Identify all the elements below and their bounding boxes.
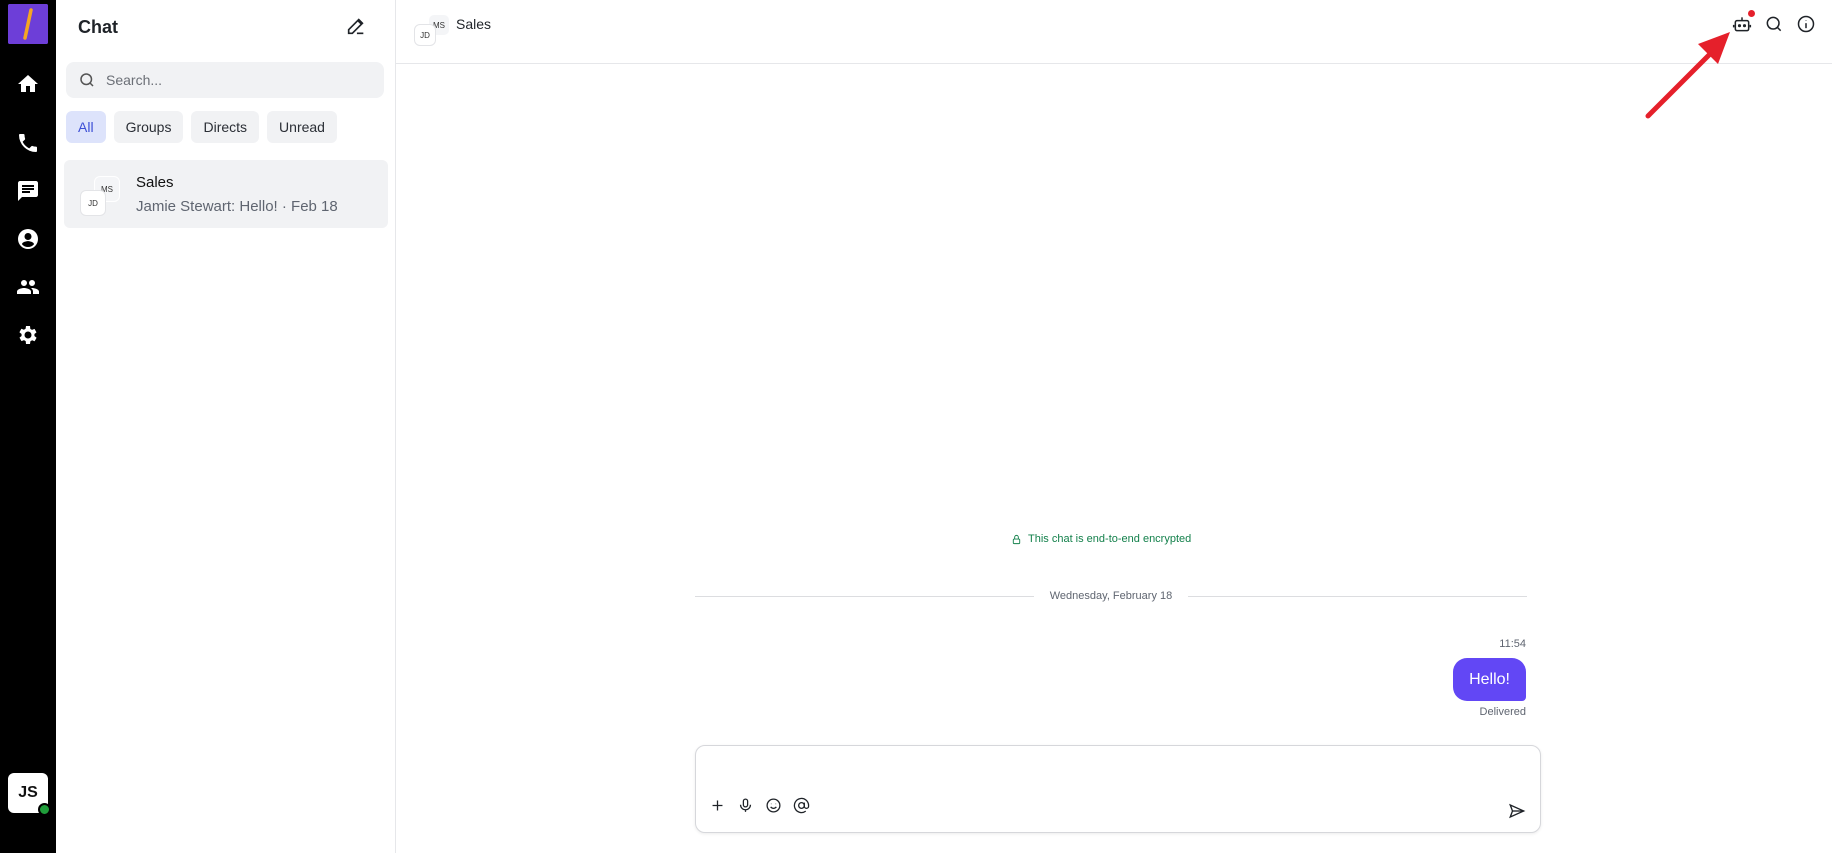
- bot-button[interactable]: [1730, 10, 1755, 36]
- user-initials: JS: [18, 784, 38, 801]
- message-bubble[interactable]: Hello!: [1453, 658, 1526, 701]
- edit-pencil-icon: [347, 18, 364, 35]
- emoji-icon: [765, 797, 781, 813]
- group-avatar: MS JD: [80, 176, 120, 220]
- conversation-name: Sales: [136, 174, 174, 191]
- app-logo[interactable]: [8, 4, 48, 44]
- message-input[interactable]: [710, 756, 1510, 786]
- send-button[interactable]: [1506, 800, 1528, 822]
- search-box[interactable]: [66, 62, 384, 98]
- lock-icon: [1012, 534, 1021, 544]
- info-icon: [1797, 15, 1815, 33]
- chat-info-button[interactable]: [1794, 12, 1818, 36]
- user-avatar[interactable]: JS: [8, 773, 51, 816]
- voice-button[interactable]: [734, 794, 756, 816]
- mention-icon: [793, 797, 809, 813]
- emoji-button[interactable]: [762, 794, 784, 816]
- gear-icon: [19, 326, 37, 344]
- chat-header: MS JD Sales: [396, 0, 1832, 64]
- nav-people-button[interactable]: [12, 271, 44, 303]
- home-icon: [18, 75, 38, 92]
- microphone-icon: [739, 797, 751, 812]
- chat-icon: [18, 181, 38, 201]
- send-icon: [1509, 803, 1526, 819]
- bot-icon: [1732, 17, 1752, 32]
- encryption-notice: This chat is end-to-end encrypted: [1011, 533, 1191, 545]
- app-rail: JS: [0, 0, 56, 853]
- attach-button[interactable]: [706, 794, 728, 816]
- search-chat-button[interactable]: [1762, 12, 1786, 36]
- sidebar-title: Chat: [78, 17, 118, 37]
- avatar-member: JD: [414, 24, 436, 46]
- nav-home-button[interactable]: [12, 68, 44, 100]
- filter-all[interactable]: All: [66, 111, 106, 143]
- avatar-member: JD: [80, 190, 106, 216]
- people-icon: [17, 280, 39, 294]
- chat-panel: MS JD Sales: [396, 0, 1832, 853]
- conversation-item[interactable]: MS JD Sales Jamie Stewart: Hello! · Feb …: [64, 160, 388, 228]
- presence-indicator: [38, 803, 51, 816]
- chat-header-avatar: MS JD: [414, 14, 450, 46]
- search-input[interactable]: [106, 72, 366, 88]
- notification-dot: [1748, 10, 1755, 17]
- phone-icon: [19, 134, 37, 152]
- search-icon: [1766, 16, 1782, 32]
- day-separator: Wednesday, February 18: [695, 588, 1527, 604]
- composer-tools: [706, 794, 812, 816]
- new-chat-button[interactable]: [344, 14, 368, 38]
- divider: [1188, 595, 1527, 597]
- message-status: Delivered: [1479, 706, 1526, 718]
- day-separator-label: Wednesday, February 18: [1049, 590, 1173, 602]
- nav-calls-button[interactable]: [12, 127, 44, 159]
- conversation-preview: Jamie Stewart: Hello! · Feb 18: [136, 198, 338, 215]
- search-icon: [80, 73, 94, 87]
- account-icon: [18, 229, 38, 249]
- message-composer: [695, 745, 1541, 833]
- filter-tabs: All Groups Directs Unread: [66, 111, 337, 143]
- filter-directs[interactable]: Directs: [191, 111, 260, 143]
- divider: [695, 595, 1034, 597]
- message-time: 11:54: [1499, 638, 1526, 650]
- mention-button[interactable]: [790, 794, 812, 816]
- chat-sidebar: Chat All Groups Directs Unread MS JD Sal…: [56, 0, 396, 853]
- filter-groups[interactable]: Groups: [113, 111, 184, 143]
- header-actions: [1730, 10, 1818, 36]
- filter-unread[interactable]: Unread: [267, 111, 337, 143]
- logo-slash-icon: [8, 4, 48, 44]
- nav-contacts-button[interactable]: [12, 223, 44, 255]
- nav-settings-button[interactable]: [12, 319, 44, 351]
- chat-title[interactable]: Sales: [456, 16, 491, 32]
- nav-chat-button[interactable]: [12, 175, 44, 207]
- plus-icon: [712, 800, 722, 810]
- encryption-notice-text: This chat is end-to-end encrypted: [1028, 533, 1192, 545]
